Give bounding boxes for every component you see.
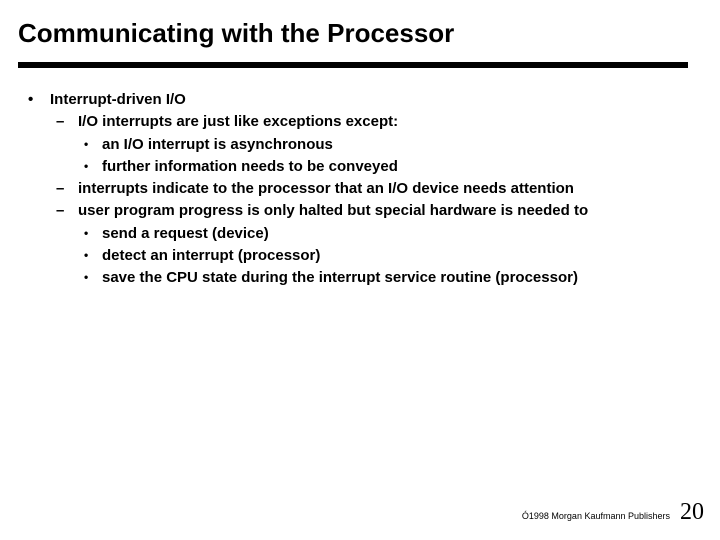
list-item: Interrupt-driven I/O I/O interrupts are … <box>22 90 690 288</box>
title-underline <box>18 62 688 68</box>
bullet-text: further information needs to be conveyed <box>102 158 398 175</box>
list-item: I/O interrupts are just like exceptions … <box>50 112 690 177</box>
bullet-list: I/O interrupts are just like exceptions … <box>50 112 690 288</box>
slide: Communicating with the Processor Interru… <box>0 0 720 540</box>
list-item: detect an interrupt (processor) <box>78 246 690 266</box>
copyright-text: Ó1998 Morgan Kaufmann Publishers <box>522 511 670 521</box>
bullet-text: I/O interrupts are just like exceptions … <box>78 113 398 130</box>
bullet-text: send a request (device) <box>102 225 269 242</box>
list-item: an I/O interrupt is asynchronous <box>78 135 690 155</box>
bullet-text: Interrupt-driven I/O <box>50 91 186 108</box>
bullet-list: send a request (device) detect an interr… <box>78 224 690 289</box>
bullet-list: Interrupt-driven I/O I/O interrupts are … <box>22 90 690 288</box>
list-item: further information needs to be conveyed <box>78 157 690 177</box>
bullet-text: interrupts indicate to the processor tha… <box>78 180 574 197</box>
bullet-text: an I/O interrupt is asynchronous <box>102 136 333 153</box>
slide-title: Communicating with the Processor <box>18 18 702 49</box>
list-item: interrupts indicate to the processor tha… <box>50 179 690 199</box>
bullet-text: save the CPU state during the interrupt … <box>102 269 578 286</box>
list-item: save the CPU state during the interrupt … <box>78 268 690 288</box>
bullet-text: detect an interrupt (processor) <box>102 247 320 264</box>
slide-body: Interrupt-driven I/O I/O interrupts are … <box>22 90 690 290</box>
page-number: 20 <box>680 499 704 526</box>
list-item: send a request (device) <box>78 224 690 244</box>
bullet-text: user program progress is only halted but… <box>78 202 588 219</box>
slide-footer: Ó1998 Morgan Kaufmann Publishers 20 <box>522 499 704 526</box>
list-item: user program progress is only halted but… <box>50 201 690 288</box>
bullet-list: an I/O interrupt is asynchronous further… <box>78 135 690 178</box>
